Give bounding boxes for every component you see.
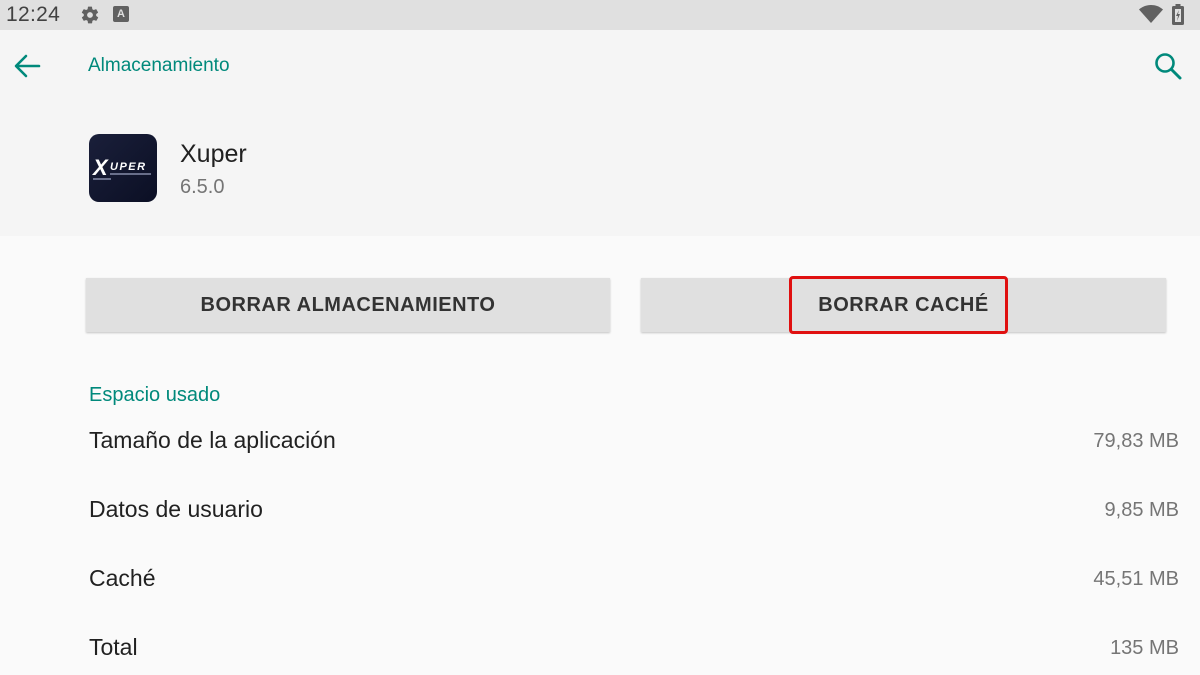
total-label: Total — [89, 634, 138, 660]
clear-storage-button[interactable]: BORRAR ALMACENAMIENTO — [86, 278, 610, 332]
status-time: 12:24 — [6, 3, 61, 26]
clear-cache-button[interactable]: BORRAR CACHÉ — [641, 278, 1166, 332]
app-header: X UPER Xuper 6.5.0 — [0, 102, 1200, 236]
app-version: 6.5.0 — [180, 176, 225, 198]
gear-icon — [81, 6, 99, 24]
user-data-label: Datos de usuario — [89, 496, 263, 522]
status-bar: 12:24 A — [0, 0, 1200, 30]
user-data-value: 9,85 MB — [1104, 499, 1179, 521]
app-size-label: Tamaño de la aplicación — [89, 427, 336, 453]
app-logo: X UPER — [89, 134, 157, 202]
app-name: Xuper — [180, 140, 247, 168]
svg-text:UPER: UPER — [110, 161, 147, 173]
arrow-left-icon[interactable] — [12, 52, 42, 80]
cache-value: 45,51 MB — [1093, 568, 1179, 590]
app-size-value: 79,83 MB — [1093, 430, 1179, 452]
page-title: Almacenamiento — [88, 55, 230, 76]
total-value: 135 MB — [1110, 637, 1179, 659]
cache-label: Caché — [89, 565, 156, 591]
app-bar: Almacenamiento — [0, 30, 1200, 102]
battery-icon — [1172, 4, 1184, 25]
wifi-icon — [1139, 5, 1163, 23]
search-icon[interactable] — [1152, 50, 1184, 82]
svg-text:X: X — [91, 155, 109, 180]
a-notification-icon: A — [113, 6, 129, 22]
section-title: Espacio usado — [89, 384, 221, 406]
